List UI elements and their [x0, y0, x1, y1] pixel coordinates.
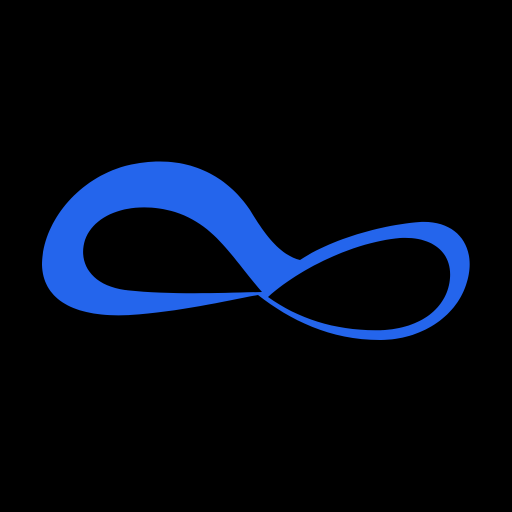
canvas — [0, 0, 512, 512]
infinity-icon — [42, 161, 470, 340]
infinity-shape — [42, 161, 470, 340]
